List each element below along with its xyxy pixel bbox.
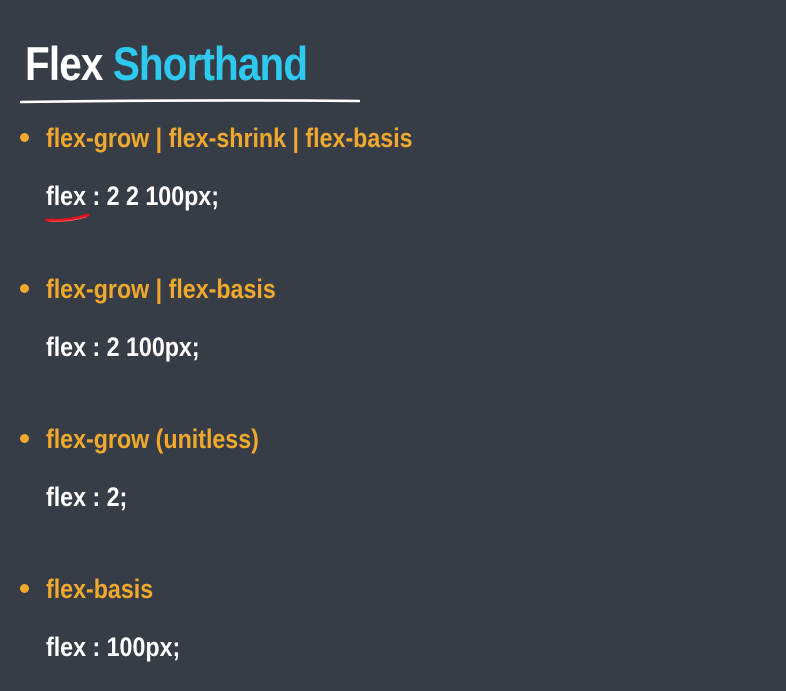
- slide-title: Flex Shorthand: [25, 34, 308, 94]
- code-example: flex : 2;: [46, 482, 128, 512]
- code-example: flex : 100px;: [46, 632, 181, 662]
- bullet-text: flex-grow (unitless): [46, 424, 259, 454]
- bullet-dot-icon: [20, 133, 29, 142]
- slide: Flex Shorthand flex-grow | flex-shrink |…: [0, 0, 786, 691]
- bullet-row: flex-grow | flex-basis: [0, 272, 786, 306]
- bullet-text: flex-grow | flex-shrink | flex-basis: [46, 123, 413, 153]
- list-item: flex-grow (unitless) flex : 2;: [0, 422, 786, 514]
- title-word-shorthand: Shorthand: [112, 37, 308, 90]
- bullet-text: flex-grow | flex-basis: [46, 274, 276, 304]
- title-underline: [20, 99, 360, 104]
- bullet-text: flex-basis: [46, 574, 154, 604]
- title-word-flex: Flex: [25, 37, 103, 90]
- code-row: flex : 100px;: [0, 630, 786, 664]
- bullet-dot-icon: [20, 434, 29, 443]
- bullet-row: flex-basis: [0, 572, 786, 606]
- code-row: flex : 2 100px;: [0, 330, 786, 364]
- code-row: flex : 2;: [0, 480, 786, 514]
- bullet-row: flex-grow (unitless): [0, 422, 786, 456]
- list-item: flex-grow | flex-basis flex : 2 100px;: [0, 272, 786, 364]
- code-example: flex : 2 100px;: [46, 332, 200, 362]
- bullet-dot-icon: [20, 584, 29, 593]
- red-underline-annotation: [45, 213, 90, 223]
- bullet-row: flex-grow | flex-shrink | flex-basis: [0, 121, 786, 155]
- code-row: flex : 2 2 100px;: [0, 179, 786, 213]
- list-item: flex-basis flex : 100px;: [0, 572, 786, 664]
- bullet-dot-icon: [20, 284, 29, 293]
- list-item: flex-grow | flex-shrink | flex-basis fle…: [0, 121, 786, 213]
